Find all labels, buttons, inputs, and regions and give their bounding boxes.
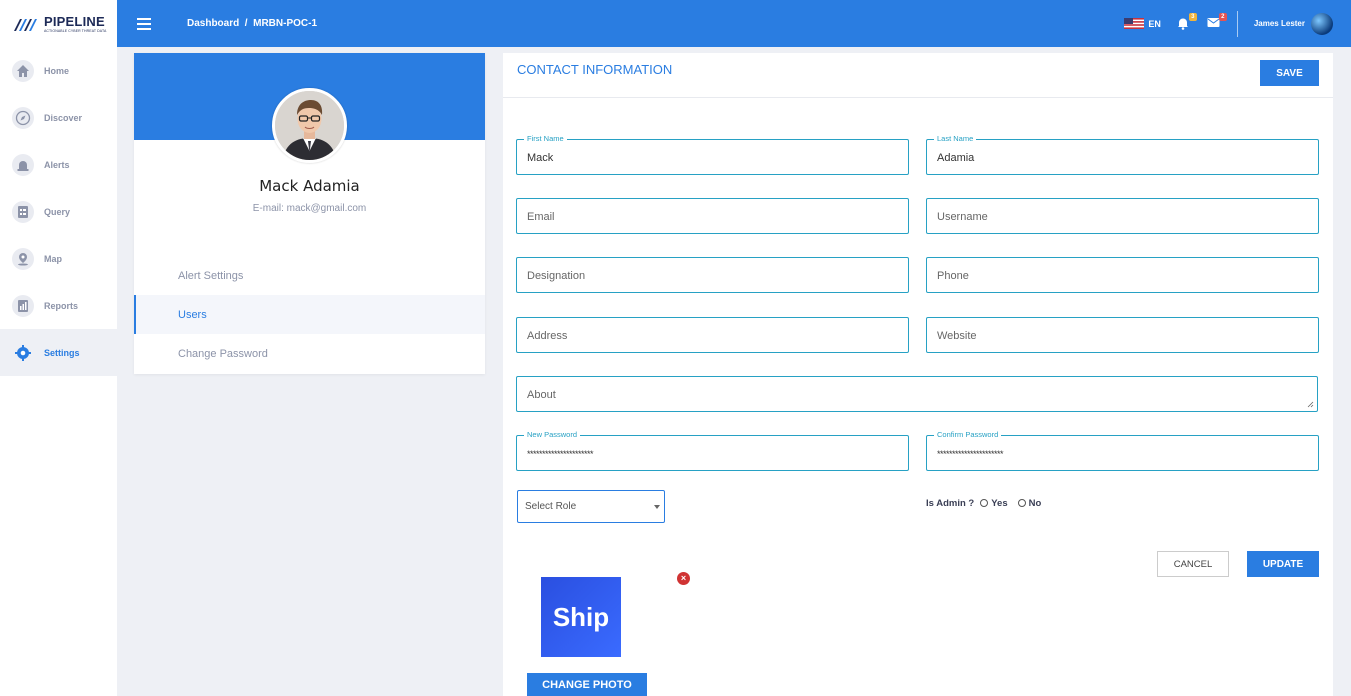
last-name-value: Adamia (937, 152, 975, 164)
last-name-label: Last Name (934, 134, 977, 144)
new-password-label: New Password (524, 430, 581, 440)
change-photo-button[interactable]: CHANGE PHOTO (527, 673, 647, 696)
profile-menu-change-password[interactable]: Change Password (134, 334, 485, 373)
language-selector[interactable]: EN (1124, 18, 1161, 29)
profile-name: Mack Adamia (259, 177, 360, 195)
last-name-field[interactable]: Last Name Adamia (926, 134, 1319, 175)
bell-icon (1177, 18, 1188, 30)
no-label: No (1028, 498, 1042, 509)
sidebar-item-label: Settings (44, 347, 80, 358)
cancel-button[interactable]: CANCEL (1157, 551, 1229, 577)
map-pin-icon (12, 247, 34, 270)
sidebar-item-query[interactable]: Query (0, 188, 117, 235)
about-placeholder: About (527, 389, 556, 401)
yes-label: Yes (991, 498, 1008, 509)
website-field[interactable]: Website (926, 317, 1319, 353)
username-placeholder: Username (937, 211, 988, 223)
update-button[interactable]: UPDATE (1247, 551, 1319, 577)
sidebar-item-label: Query (44, 206, 71, 217)
user-name: James Lester (1253, 19, 1305, 28)
sidebar: PIPELINE ACTIONABLE CYBER THREAT DATA Ho… (0, 0, 117, 696)
home-icon (12, 59, 34, 82)
profile-email: E-mail: mack@gmail.com (252, 203, 367, 214)
save-button[interactable]: SAVE (1260, 60, 1319, 86)
mail-icon (1207, 17, 1220, 27)
first-name-value: Mack (527, 152, 554, 164)
notifications-badge: 3 (1188, 12, 1197, 21)
query-icon (12, 200, 34, 223)
confirm-password-value: ********************** (937, 449, 1004, 459)
address-placeholder: Address (527, 330, 568, 342)
caret-down-icon (654, 505, 660, 509)
compass-icon (12, 106, 34, 129)
role-select-value: Select Role (525, 501, 577, 512)
sidebar-item-map[interactable]: Map (0, 235, 117, 282)
sidebar-item-home[interactable]: Home (0, 47, 117, 94)
contact-title: CONTACT INFORMATION (517, 62, 673, 77)
logo-tagline: ACTIONABLE CYBER THREAT DATA (44, 29, 107, 33)
radio-icon (980, 499, 989, 508)
first-name-label: First Name (524, 134, 567, 144)
is-admin-group: Is Admin ? Yes No (926, 498, 1041, 509)
alarm-icon (12, 153, 34, 176)
sidebar-item-settings[interactable]: Settings (0, 329, 117, 376)
sidebar-item-label: Map (44, 253, 62, 264)
contact-information-panel: CONTACT INFORMATION SAVE First Name Mack… (503, 53, 1333, 696)
language-label: EN (1148, 18, 1161, 29)
phone-field[interactable]: Phone (926, 257, 1319, 293)
profile-photo: Ship (541, 577, 621, 657)
photo-text: Ship (552, 601, 610, 632)
new-password-value: ********************** (527, 449, 594, 459)
divider (503, 97, 1333, 98)
resize-handle-icon[interactable] (1307, 401, 1314, 408)
profile-menu-alert-settings[interactable]: Alert Settings (134, 256, 485, 295)
designation-placeholder: Designation (527, 270, 586, 282)
person-photo-icon (275, 91, 344, 160)
app-logo[interactable]: PIPELINE ACTIONABLE CYBER THREAT DATA (0, 0, 117, 47)
sidebar-item-label: Discover (44, 112, 83, 123)
first-name-field[interactable]: First Name Mack (516, 134, 909, 175)
sidebar-item-label: Alerts (44, 159, 70, 170)
messages-badge: 2 (1218, 12, 1227, 21)
us-flag-icon (1124, 18, 1145, 29)
about-textarea[interactable]: About (516, 376, 1318, 412)
is-admin-yes-radio[interactable]: Yes (980, 498, 1008, 509)
website-placeholder: Website (937, 330, 977, 342)
sidebar-item-alerts[interactable]: Alerts (0, 141, 117, 188)
reports-icon (12, 294, 34, 317)
is-admin-label: Is Admin ? (926, 498, 975, 509)
profile-menu-users[interactable]: Users (134, 295, 485, 334)
notifications-button[interactable]: 3 (1177, 12, 1197, 31)
user-menu[interactable]: James Lester (1253, 12, 1333, 35)
is-admin-no-radio[interactable]: No (1017, 498, 1042, 509)
sidebar-item-label: Home (44, 65, 70, 76)
avatar (272, 88, 347, 163)
top-header: Dashboard / MRBN-POC-1 EN 3 2 James Lest… (117, 0, 1351, 47)
menu-icon[interactable] (137, 18, 151, 30)
new-password-field[interactable]: New Password ********************** (516, 430, 909, 471)
designation-field[interactable]: Designation (516, 257, 909, 293)
radio-icon (1017, 499, 1026, 508)
profile-card: Mack Adamia E-mail: mack@gmail.com Alert… (134, 53, 485, 374)
email-field[interactable]: Email (516, 198, 909, 234)
username-field[interactable]: Username (926, 198, 1319, 234)
header-divider (1236, 10, 1238, 37)
logo-name: PIPELINE (44, 14, 105, 29)
remove-photo-icon[interactable]: × (677, 572, 690, 585)
user-avatar (1311, 12, 1333, 35)
email-placeholder: Email (527, 211, 555, 223)
gear-icon (12, 342, 34, 364)
confirm-password-label: Confirm Password (934, 430, 1002, 440)
messages-button[interactable]: 2 (1207, 12, 1227, 31)
pipeline-logo-icon (14, 18, 37, 31)
sidebar-item-reports[interactable]: Reports (0, 282, 117, 329)
confirm-password-field[interactable]: Confirm Password ********************** (926, 430, 1319, 471)
role-select[interactable]: Select Role (517, 490, 665, 523)
breadcrumb: Dashboard / MRBN-POC-1 (187, 18, 318, 29)
sidebar-item-label: Reports (44, 300, 79, 311)
address-field[interactable]: Address (516, 317, 909, 353)
profile-menu: Alert Settings Users Change Password (134, 256, 485, 373)
sidebar-item-discover[interactable]: Discover (0, 94, 117, 141)
phone-placeholder: Phone (937, 270, 969, 282)
